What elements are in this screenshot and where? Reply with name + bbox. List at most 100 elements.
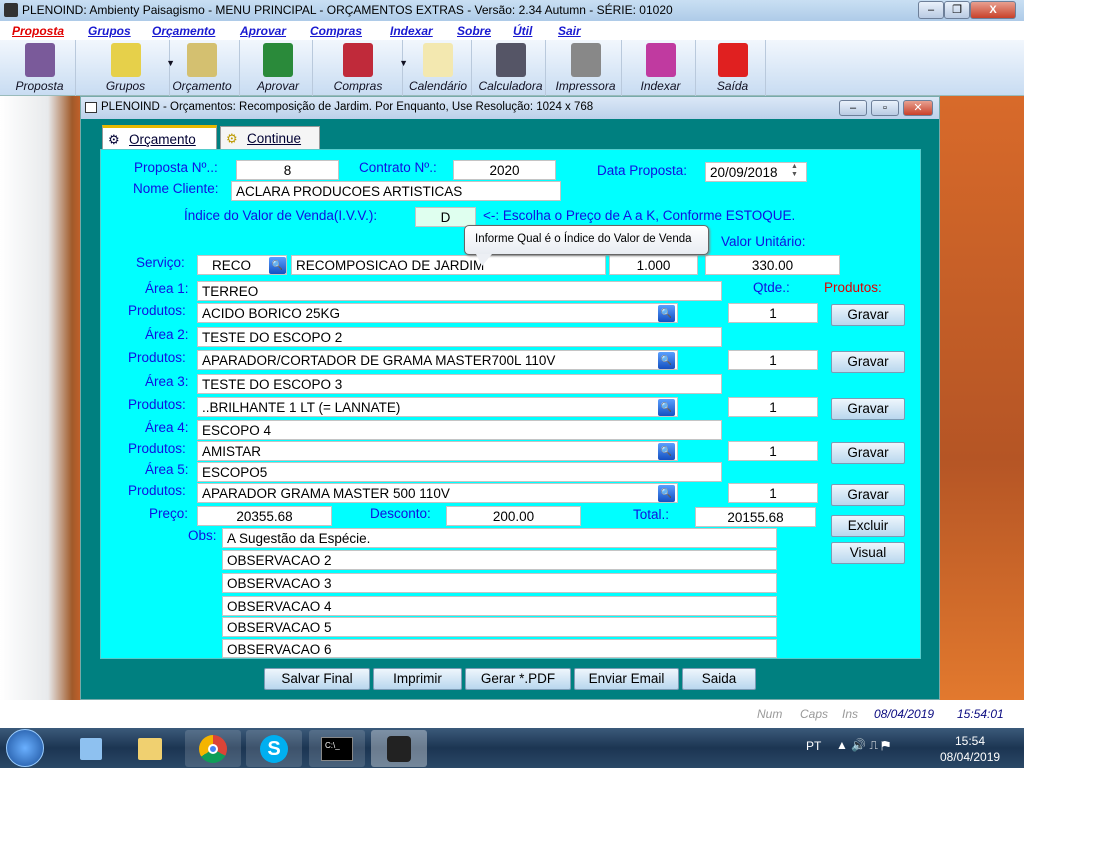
close-button[interactable]: ✕ <box>903 100 933 116</box>
toolbar-orçamento-button[interactable]: Orçamento <box>165 40 240 96</box>
explorer-mail-icon[interactable] <box>64 730 120 767</box>
search-lookup-icon[interactable]: 🔍 <box>658 305 675 322</box>
minimize-button[interactable]: – <box>918 1 944 19</box>
toolbar-indexar-button[interactable]: Indexar <box>626 40 696 96</box>
toolbar-label: Orçamento <box>172 79 232 93</box>
menu-grupos[interactable]: Grupos <box>88 24 131 38</box>
form-panel: Proposta Nº..: 8 Contrato Nº.: 2020 Data Pro… <box>100 149 921 659</box>
menu-indexar[interactable]: Indexar <box>390 24 433 38</box>
generate-pdf-button[interactable]: Gerar *.PDF <box>465 668 571 690</box>
produto-field[interactable]: ..BRILHANTE 1 LT (= LANNATE) <box>197 397 678 417</box>
toolbar-label: Indexar <box>640 79 681 93</box>
excluir-button[interactable]: Excluir <box>831 515 905 537</box>
gravar-button[interactable]: Gravar <box>831 351 905 373</box>
toolbar-calendário-button[interactable]: Calendário <box>405 40 472 96</box>
produto-field[interactable]: ACIDO BORICO 25KG <box>197 303 678 323</box>
toolbar-calculadora-button[interactable]: Calculadora <box>476 40 546 96</box>
start-button[interactable] <box>6 729 44 767</box>
restore-button[interactable]: ▫ <box>871 100 899 116</box>
servico-desc-field[interactable]: RECOMPOSICAO DE JARDIM <box>291 255 606 275</box>
cliente-label: Nome Cliente: <box>133 181 219 196</box>
menu-compras[interactable]: Compras <box>310 24 362 38</box>
proposta-field[interactable]: 8 <box>236 160 339 180</box>
save-final-button[interactable]: Salvar Final <box>264 668 370 690</box>
gravar-button[interactable]: Gravar <box>831 398 905 420</box>
purchases-icon <box>343 43 373 77</box>
search-lookup-icon[interactable]: 🔍 <box>658 352 675 369</box>
obs-field[interactable]: OBSERVACAO 3 <box>222 573 777 593</box>
terminal-icon[interactable]: C:\_ <box>309 730 365 767</box>
folder-icon[interactable] <box>122 730 178 767</box>
clock-date[interactable]: 08/04/2019 <box>940 750 1000 764</box>
menu-sair[interactable]: Sair <box>558 24 581 38</box>
cliente-field[interactable]: ACLARA PRODUCOES ARTISTICAS <box>231 181 561 201</box>
menu-sobre[interactable]: Sobre <box>457 24 491 38</box>
produto-qtde-field[interactable]: 1 <box>728 350 818 370</box>
area-field[interactable]: TESTE DO ESCOPO 2 <box>197 327 722 347</box>
area-field[interactable]: TESTE DO ESCOPO 3 <box>197 374 722 394</box>
toolbar-impressora-button[interactable]: Impressora <box>550 40 622 96</box>
produto-field[interactable]: APARADOR GRAMA MASTER 500 110V <box>197 483 678 503</box>
produto-field[interactable]: AMISTAR <box>197 441 678 461</box>
num-indicator: Num <box>757 707 783 721</box>
date-spinner[interactable]: ▲ ▼ <box>791 163 804 181</box>
tab-orcamento[interactable]: ⚙ Orçamento <box>102 125 217 150</box>
toolbar-compras-button[interactable]: Compras ▼ <box>314 40 408 96</box>
status-bar: Num Caps Ins 08/04/2019 15:54:01 <box>0 700 1024 728</box>
menu-proposta[interactable]: Proposta <box>12 24 64 38</box>
search-lookup-icon[interactable]: 🔍 <box>269 257 286 274</box>
budget-window: PLENOIND - Orçamentos: Recomposição de J… <box>80 96 940 700</box>
search-lookup-icon[interactable]: 🔍 <box>658 443 675 460</box>
tray-icons[interactable]: ▲ 🔊 ⎍ ⚑ <box>836 738 890 753</box>
close-button[interactable]: X <box>970 1 1016 19</box>
taskbar: S C:\_ PT ▲ 🔊 ⎍ ⚑ 15:54 08/04/2019 <box>0 728 1024 768</box>
produto-qtde-field[interactable]: 1 <box>728 483 818 503</box>
toolbar-aprovar-button[interactable]: Aprovar <box>244 40 313 96</box>
clock-time[interactable]: 15:54 <box>955 734 985 748</box>
menu-aprovar[interactable]: Aprovar <box>240 24 286 38</box>
menu-orçamento[interactable]: Orçamento <box>152 24 215 38</box>
contrato-field[interactable]: 2020 <box>453 160 556 180</box>
gravar-button[interactable]: Gravar <box>831 442 905 464</box>
toolbar-proposta-button[interactable]: Proposta <box>4 40 76 96</box>
obs-field[interactable]: OBSERVACAO 5 <box>222 617 777 637</box>
send-email-button[interactable]: Enviar Email <box>574 668 679 690</box>
tab-continue[interactable]: ⚙ Continue <box>220 126 320 151</box>
skype-icon[interactable]: S <box>246 730 302 767</box>
obs-field[interactable]: OBSERVACAO 2 <box>222 550 777 570</box>
produto-qtde-field[interactable]: 1 <box>728 441 818 461</box>
obs-field[interactable]: OBSERVACAO 6 <box>222 639 777 658</box>
area-field[interactable]: ESCOPO 4 <box>197 420 722 440</box>
window-title: PLENOIND - Orçamentos: Recomposição de J… <box>101 101 594 113</box>
print-button[interactable]: Imprimir <box>373 668 462 690</box>
contrato-label: Contrato Nº.: <box>359 160 437 175</box>
gravar-button[interactable]: Gravar <box>831 304 905 326</box>
search-lookup-icon[interactable]: 🔍 <box>658 399 675 416</box>
language-indicator[interactable]: PT <box>806 739 821 753</box>
produto-qtde-field[interactable]: 1 <box>728 303 818 323</box>
area-field[interactable]: TERREO <box>197 281 722 301</box>
toolbar-label: Calendário <box>408 79 468 93</box>
preco-field[interactable]: 20355.68 <box>197 506 332 526</box>
gravar-button[interactable]: Gravar <box>831 484 905 506</box>
menu-útil[interactable]: Útil <box>513 24 532 38</box>
desconto-field[interactable]: 200.00 <box>446 506 581 526</box>
minimize-button[interactable]: – <box>839 100 867 116</box>
obs-field[interactable]: A Sugestão da Espécie. <box>222 528 777 548</box>
produto-qtde-field[interactable]: 1 <box>728 397 818 417</box>
servico-valor-field[interactable]: 330.00 <box>705 255 840 275</box>
obs-field[interactable]: OBSERVACAO 4 <box>222 596 777 616</box>
chrome-icon[interactable] <box>185 730 241 767</box>
area-field[interactable]: ESCOPO5 <box>197 462 722 482</box>
plenoind-app-icon[interactable] <box>371 730 427 767</box>
produto-field[interactable]: APARADOR/CORTADOR DE GRAMA MASTER700L 11… <box>197 350 678 370</box>
restore-button[interactable]: ❐ <box>944 1 970 19</box>
total-field[interactable]: 20155.68 <box>695 507 816 527</box>
toolbar-saída-button[interactable]: Saída <box>700 40 766 96</box>
search-lookup-icon[interactable]: 🔍 <box>658 485 675 502</box>
exit-button[interactable]: Saida <box>682 668 756 690</box>
visual-button[interactable]: Visual <box>831 542 905 564</box>
ivv-field[interactable]: D <box>415 207 476 227</box>
toolbar-grupos-button[interactable]: Grupos ▼ <box>82 40 175 96</box>
servico-qtde-field[interactable]: 1.000 <box>609 255 698 275</box>
